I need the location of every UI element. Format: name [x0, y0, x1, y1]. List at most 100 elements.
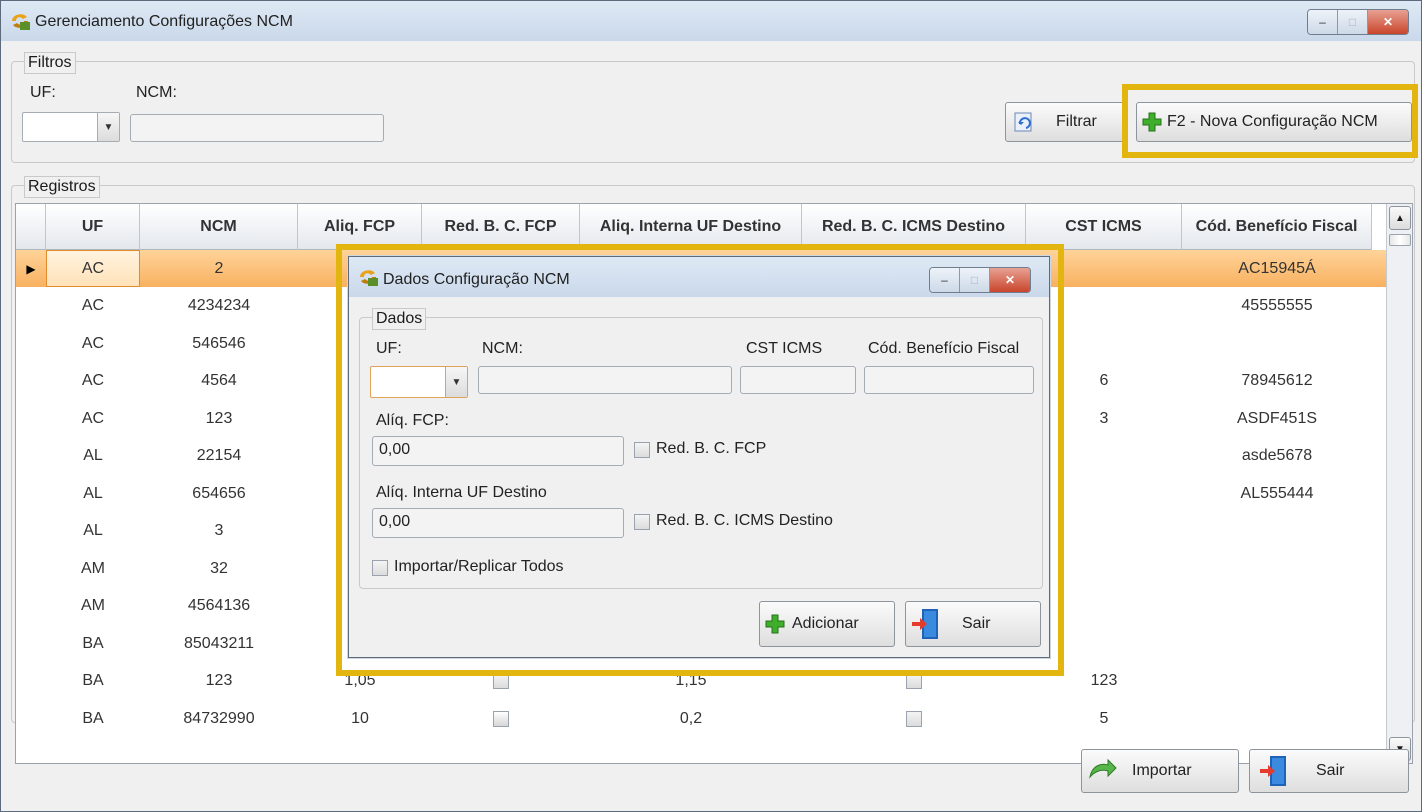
filter-uf-combo[interactable]: ▼ — [22, 112, 120, 142]
dialog-cst-input[interactable] — [740, 366, 856, 394]
row-checkbox[interactable] — [493, 673, 509, 689]
cell-ncm[interactable]: 546546 — [140, 325, 298, 362]
dialog-exit-button[interactable]: Sair — [905, 601, 1041, 647]
filter-button[interactable]: Filtrar — [1005, 102, 1127, 142]
cell-uf[interactable]: AC — [46, 288, 140, 325]
row-header[interactable] — [16, 625, 46, 662]
row-header[interactable] — [16, 475, 46, 512]
cell-ncm[interactable]: 3 — [140, 513, 298, 550]
col-cst-icms[interactable]: CST ICMS — [1026, 204, 1182, 250]
scroll-up-icon[interactable]: ▲ — [1389, 206, 1411, 230]
cell-cst-icms[interactable]: 5 — [1026, 700, 1182, 737]
dialog-aliq-fcp-input[interactable]: 0,00 — [372, 436, 624, 466]
cell-ncm[interactable]: 84732990 — [140, 700, 298, 737]
cell-ncm[interactable]: 4564136 — [140, 588, 298, 625]
cell-ncm[interactable]: 22154 — [140, 438, 298, 475]
cell-ncm[interactable]: 4564 — [140, 363, 298, 400]
import-button[interactable]: Importar — [1081, 749, 1239, 793]
title-bar[interactable]: Gerenciamento Configurações NCM – □ ✕ — [1, 1, 1421, 41]
col-uf[interactable]: UF — [46, 204, 140, 250]
cell-uf[interactable]: AL — [46, 475, 140, 512]
cell-ncm[interactable]: 4234234 — [140, 288, 298, 325]
cell-aliq-fcp[interactable]: 10 — [298, 700, 422, 737]
cell-beneficio[interactable]: 45555555 — [1182, 288, 1372, 325]
cell-uf[interactable]: BA — [46, 663, 140, 700]
row-header[interactable] — [16, 588, 46, 625]
row-header[interactable] — [16, 700, 46, 737]
cell-ncm[interactable]: 2 — [140, 250, 298, 287]
vertical-scrollbar[interactable]: ▲ ▼ — [1386, 204, 1412, 763]
chevron-down-icon[interactable]: ▼ — [97, 113, 119, 141]
new-config-button[interactable]: F2 - Nova Configuração NCM — [1136, 102, 1412, 142]
cell-uf[interactable]: AL — [46, 438, 140, 475]
exit-button[interactable]: Sair — [1249, 749, 1409, 793]
row-header[interactable] — [16, 400, 46, 437]
row-header[interactable] — [16, 550, 46, 587]
row-checkbox[interactable] — [493, 710, 509, 727]
dialog-import-all-checkbox[interactable] — [372, 560, 388, 576]
cell-uf[interactable]: BA — [46, 625, 140, 662]
cell-beneficio[interactable]: ASDF451S — [1182, 400, 1372, 437]
close-button[interactable]: ✕ — [1368, 10, 1408, 34]
cell-uf[interactable]: AM — [46, 550, 140, 587]
cell-red-fcp[interactable] — [422, 700, 580, 737]
cell-uf[interactable]: AC — [46, 400, 140, 437]
row-header[interactable] — [16, 513, 46, 550]
dialog-red-icms-checkbox[interactable] — [634, 514, 650, 530]
col-beneficio[interactable]: Cód. Benefício Fiscal — [1182, 204, 1372, 250]
col-red-fcp[interactable]: Red. B. C. FCP — [422, 204, 580, 250]
col-aliq-interna[interactable]: Aliq. Interna UF Destino — [580, 204, 802, 250]
dialog-maximize-button[interactable]: □ — [960, 268, 990, 292]
cell-beneficio[interactable] — [1182, 588, 1372, 625]
dialog-red-fcp-checkbox[interactable] — [634, 442, 650, 458]
dialog-aliq-int-input[interactable]: 0,00 — [372, 508, 624, 538]
cell-beneficio[interactable] — [1182, 513, 1372, 550]
cell-ncm[interactable]: 32 — [140, 550, 298, 587]
dialog-beneficio-input[interactable] — [864, 366, 1034, 394]
row-header[interactable] — [16, 663, 46, 700]
cell-beneficio[interactable]: AC15945Á — [1182, 250, 1372, 287]
cell-ncm[interactable]: 654656 — [140, 475, 298, 512]
cell-ncm[interactable]: 123 — [140, 663, 298, 700]
cell-red-fcp[interactable] — [422, 663, 580, 700]
cell-uf[interactable]: AM — [46, 588, 140, 625]
dialog-close-button[interactable]: ✕ — [990, 268, 1030, 292]
filter-ncm-input[interactable] — [130, 114, 384, 142]
row-header[interactable] — [16, 363, 46, 400]
cell-beneficio[interactable] — [1182, 700, 1372, 737]
cell-uf[interactable]: AC — [46, 363, 140, 400]
row-header[interactable] — [16, 288, 46, 325]
col-aliq-fcp[interactable]: Aliq. FCP — [298, 204, 422, 250]
cell-red-icms[interactable] — [802, 700, 1026, 737]
row-checkbox[interactable] — [906, 673, 922, 689]
cell-uf[interactable]: BA — [46, 700, 140, 737]
table-row[interactable]: BA 84732990 10 0,2 5 — [16, 700, 1386, 737]
cell-cst-icms[interactable]: 123 — [1026, 663, 1182, 700]
cell-beneficio[interactable] — [1182, 325, 1372, 362]
dialog-uf-combo[interactable]: ▼ — [370, 366, 468, 398]
cell-uf[interactable]: AL — [46, 513, 140, 550]
col-red-icms[interactable]: Red. B. C. ICMS Destino — [802, 204, 1026, 250]
cell-beneficio[interactable] — [1182, 625, 1372, 662]
dialog-uf-chevron-down-icon[interactable]: ▼ — [445, 367, 467, 397]
row-header[interactable] — [16, 438, 46, 475]
cell-aliq-interna[interactable]: 1,15 — [580, 663, 802, 700]
dialog-ncm-input[interactable] — [478, 366, 732, 394]
cell-ncm[interactable]: 123 — [140, 400, 298, 437]
cell-beneficio[interactable] — [1182, 663, 1372, 700]
cell-aliq-interna[interactable]: 0,2 — [580, 700, 802, 737]
row-header[interactable] — [16, 325, 46, 362]
cell-beneficio[interactable]: 78945612 — [1182, 363, 1372, 400]
scroll-thumb[interactable] — [1389, 234, 1411, 246]
col-ncm[interactable]: NCM — [140, 204, 298, 250]
maximize-button[interactable]: □ — [1338, 10, 1368, 34]
cell-aliq-fcp[interactable]: 1,05 — [298, 663, 422, 700]
table-row[interactable]: BA 123 1,05 1,15 123 — [16, 663, 1386, 700]
cell-red-icms[interactable] — [802, 663, 1026, 700]
dialog-add-button[interactable]: Adicionar — [759, 601, 895, 647]
cell-ncm[interactable]: 85043211 — [140, 625, 298, 662]
dialog-title-bar[interactable]: Dados Configuração NCM – □ ✕ — [349, 257, 1049, 297]
dialog-minimize-button[interactable]: – — [930, 268, 960, 292]
cell-beneficio[interactable]: asde5678 — [1182, 438, 1372, 475]
current-row-arrow-icon[interactable]: ▶ — [16, 250, 46, 287]
